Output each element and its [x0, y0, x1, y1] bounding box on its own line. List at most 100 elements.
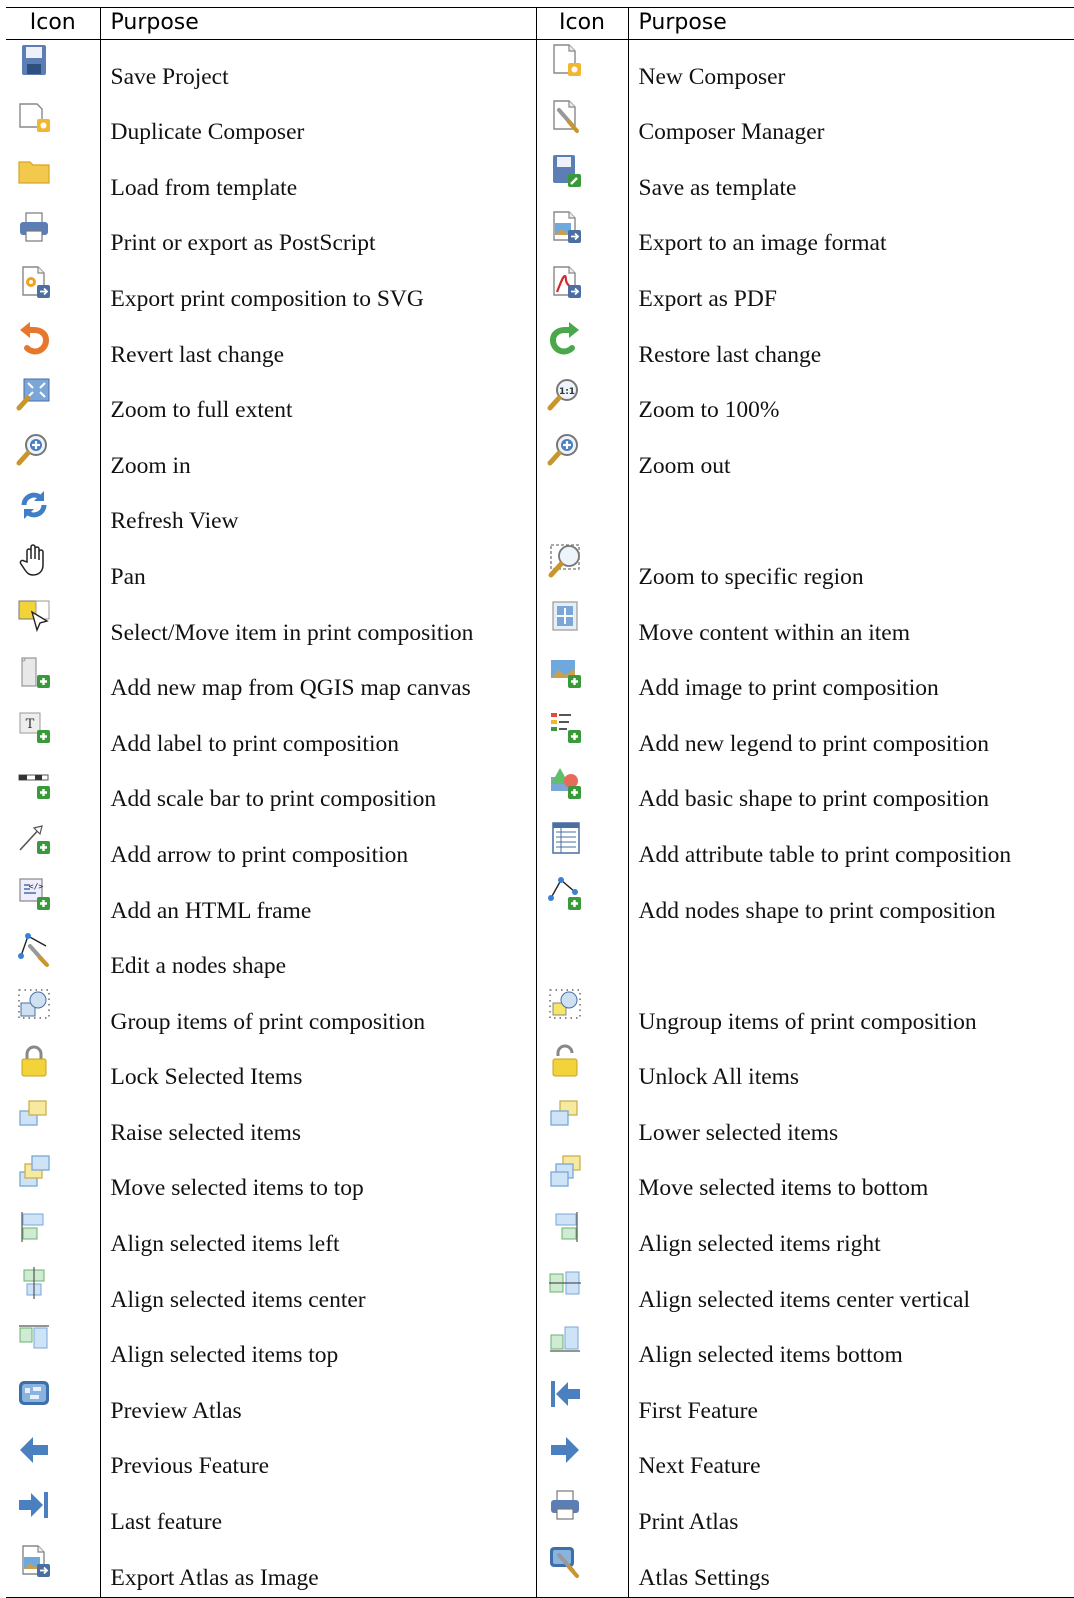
edit-nodes-icon — [16, 932, 52, 968]
table-row: Move selected items to top Move selected … — [6, 1151, 1074, 1208]
table-row: Align selected items top Align selected i… — [6, 1318, 1074, 1375]
purpose-cell-right: Zoom out — [638, 452, 731, 479]
export-pdf-icon — [547, 264, 583, 300]
table-row: Add new map from QGIS map canvas Add imag… — [6, 651, 1074, 708]
table-row: Print or export as PostScript Export to a… — [6, 206, 1074, 263]
icon-cell-left — [6, 373, 101, 430]
purpose-cell-left: Add label to print composition — [100, 707, 537, 763]
duplicate-composer-icon — [16, 98, 52, 134]
icon-cell-right — [535, 1096, 629, 1152]
add-nodes-icon — [547, 876, 583, 912]
icon-cell-right — [535, 1263, 629, 1319]
icon-cell-right — [535, 206, 629, 263]
table-row: Zoom in Zoom out — [6, 429, 1074, 485]
purpose-cell-left: Revert last change — [100, 317, 537, 374]
table-row: Edit a nodes shape — [6, 929, 1074, 986]
save-project-icon — [16, 42, 52, 78]
icon-cell-left — [6, 818, 101, 874]
purpose-cell-right: Add nodes shape to print composition — [638, 897, 996, 924]
purpose-cell-right: Export to an image format — [638, 230, 887, 257]
purpose-cell-left: Raise selected items — [100, 1096, 537, 1152]
table-row: Preview Atlas First Feature — [6, 1374, 1074, 1430]
icon-cell-right — [535, 39, 629, 96]
purpose-cell-left: Export Atlas as Image — [100, 1541, 537, 1598]
move-content-icon — [547, 598, 583, 634]
purpose-cell-right: Lower selected items — [638, 1119, 839, 1146]
table-row: Select/Move item in print composition Mov… — [6, 595, 1074, 652]
last-feature-icon — [16, 1487, 52, 1523]
align-left-icon — [16, 1209, 52, 1245]
icon-cell-left — [6, 429, 101, 485]
icon-cell-left — [6, 317, 101, 374]
purpose-cell-left: Add scale bar to print composition — [100, 762, 537, 819]
icon-cell-left — [6, 1485, 101, 1542]
composer-manager-icon — [547, 98, 583, 134]
icon-cell-right — [535, 873, 629, 930]
purpose-cell-right: Next Feature — [638, 1453, 761, 1480]
add-image-icon — [547, 654, 583, 690]
zoom-in-icon — [16, 431, 52, 467]
icon-cell-right — [535, 151, 629, 207]
purpose-cell-left: Print or export as PostScript — [100, 206, 537, 263]
purpose-cell-left: Lock Selected Items — [100, 1040, 537, 1097]
purpose-cell-right: Restore last change — [638, 341, 822, 368]
purpose-cell-right: New Composer — [638, 63, 786, 90]
icon-cell-left — [6, 1151, 101, 1208]
purpose-cell-right: Composer Manager — [638, 119, 825, 146]
table-row: Align selected items left Align selected … — [6, 1207, 1074, 1264]
zoom-actual-icon: 1:1 — [547, 376, 583, 412]
raise-items-icon — [16, 1098, 52, 1134]
save-template-icon — [547, 153, 583, 189]
printer-icon — [16, 209, 52, 245]
first-feature-icon — [547, 1376, 583, 1412]
purpose-cell-right: Move selected items to bottom — [638, 1175, 929, 1202]
icon-cell-left: </> — [6, 873, 101, 930]
purpose-cell-right: Zoom to specific region — [638, 563, 864, 590]
move-bottom-icon — [547, 1154, 583, 1190]
purpose-cell-right — [628, 485, 1074, 541]
icon-cell-right — [535, 1040, 629, 1097]
lock-icon — [16, 1043, 52, 1079]
purpose-cell-right: Align selected items center vertical — [638, 1286, 970, 1313]
icon-cell-left — [6, 985, 101, 1041]
atlas-settings-icon — [547, 1543, 583, 1579]
preview-atlas-icon — [16, 1376, 52, 1412]
icon-reference-table: Icon Purpose Icon Purpose Save Project Ne… — [6, 7, 1074, 1598]
icon-cell-left — [6, 1040, 101, 1097]
purpose-cell-right: Atlas Settings — [628, 1541, 1074, 1598]
previous-feature-icon — [16, 1432, 52, 1468]
icon-cell-left — [6, 1429, 101, 1486]
icon-cell-left — [6, 1096, 101, 1152]
purpose-cell-right: Add basic shape to print composition — [638, 786, 990, 813]
icon-cell-right — [535, 429, 629, 485]
icon-cell-right — [535, 762, 629, 819]
zoom-region-icon — [547, 542, 583, 578]
purpose-cell-right: Align selected items bottom — [638, 1342, 903, 1369]
icon-cell-left — [6, 151, 101, 207]
icon-cell-left — [6, 206, 101, 263]
icon-cell-left — [6, 1207, 101, 1264]
icon-cell-left — [6, 484, 101, 541]
icon-cell-left — [6, 651, 101, 708]
add-map-icon — [16, 654, 52, 690]
table-row: Save Project New Composer — [6, 39, 1074, 96]
table-row: Align selected items center Align selecte… — [6, 1263, 1074, 1319]
purpose-cell-right: Unlock All items — [638, 1064, 800, 1091]
purpose-cell-left: Pan — [100, 540, 537, 596]
export-atlas-image-icon — [16, 1543, 52, 1579]
next-feature-icon — [547, 1432, 583, 1468]
table-row: Export print composition to SVG Export as… — [6, 262, 1074, 318]
ungroup-items-icon — [547, 987, 583, 1023]
add-html-icon: </> — [16, 876, 52, 912]
purpose-cell-right: Add attribute table to print composition — [638, 841, 1012, 868]
header-icon-left: Icon — [6, 7, 101, 40]
icon-cell-right — [535, 929, 629, 986]
unlock-icon — [547, 1043, 583, 1079]
icon-cell-left — [6, 39, 101, 96]
add-arrow-icon — [16, 820, 52, 856]
icon-cell-left — [6, 929, 101, 986]
table-row: Zoom to full extent 1:1 Zoom to 100% — [6, 373, 1074, 430]
table-row: Refresh View — [6, 484, 1074, 541]
print-atlas-icon — [547, 1487, 583, 1523]
table-row: Pan Zoom to specific region — [6, 540, 1074, 596]
